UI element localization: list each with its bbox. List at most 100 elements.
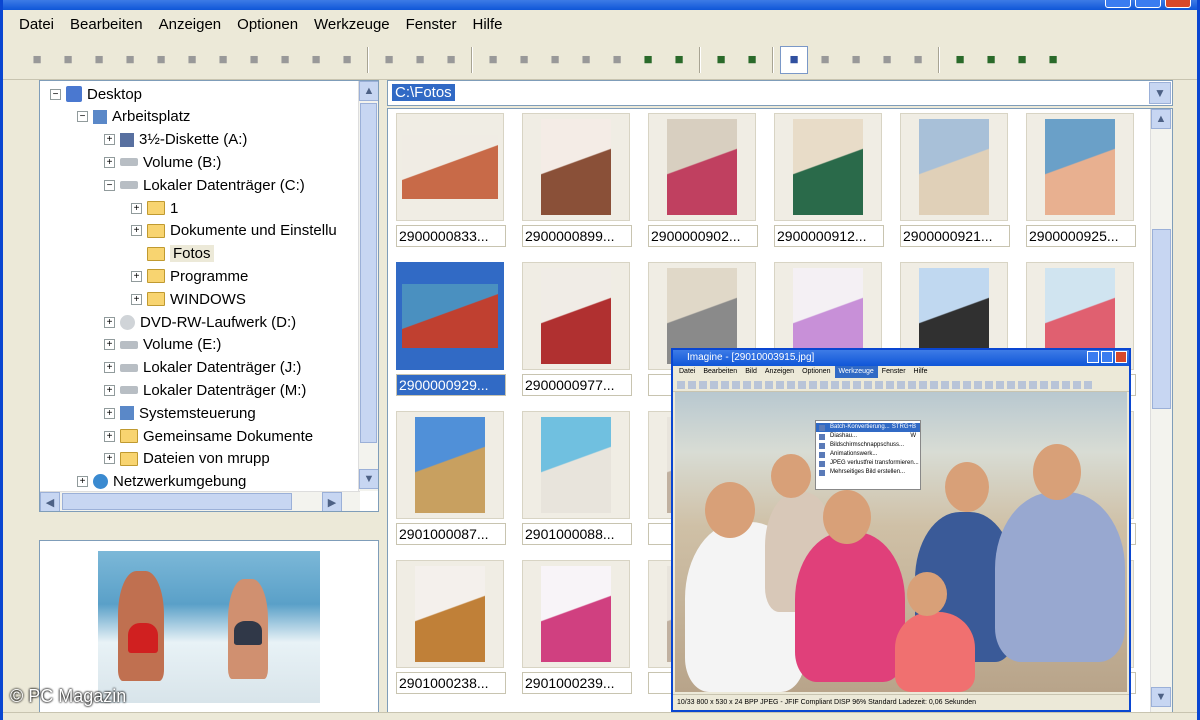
viewer-toolbar-button[interactable]	[699, 380, 707, 389]
folder-up-icon[interactable]: ■	[707, 46, 735, 74]
thumbnail-item[interactable]: 2901000238...	[396, 560, 508, 694]
viewer-menu-bearbeiten[interactable]: Bearbeiten	[699, 366, 741, 378]
eye-icon[interactable]: ■	[23, 46, 51, 74]
viewer-menu-werkzeuge[interactable]: Werkzeuge	[834, 366, 878, 378]
open-folder-icon[interactable]: ■	[85, 46, 113, 74]
scroll-right-button[interactable]: ▶	[322, 492, 342, 511]
thumbnail-item[interactable]: 2901000239...	[522, 560, 634, 694]
viewer-toolbar-button[interactable]	[677, 380, 685, 389]
new-folder-icon[interactable]: ■	[240, 46, 268, 74]
thumbnail-frame[interactable]	[774, 113, 882, 221]
scroll-thumb[interactable]	[360, 103, 377, 443]
convert-icon[interactable]: ■	[1008, 46, 1036, 74]
thumbnail-icon[interactable]: ■	[634, 46, 662, 74]
viewer-toolbar-button[interactable]	[765, 380, 773, 389]
menu-optionen[interactable]: Optionen	[229, 16, 306, 33]
thumbnail-frame[interactable]	[1026, 113, 1134, 221]
thumbnail-image[interactable]	[667, 119, 737, 215]
thumbnail-image[interactable]	[541, 268, 611, 364]
page-icon[interactable]: ■	[333, 46, 361, 74]
copy-pages-icon[interactable]: ■	[54, 46, 82, 74]
viewer-menu-anzeigen[interactable]: Anzeigen	[761, 366, 798, 378]
thumbnail-frame[interactable]	[648, 113, 756, 221]
viewer-toolbar-button[interactable]	[930, 380, 938, 389]
thumbnail-frame[interactable]	[522, 560, 630, 668]
thumbnail-item[interactable]: 2901000088...	[522, 411, 634, 545]
scroll-down-button[interactable]: ▼	[1151, 687, 1171, 707]
grid-vertical-scrollbar[interactable]: ▲ ▼	[1150, 109, 1172, 719]
tree-node[interactable]: +1	[131, 197, 178, 219]
viewer-toolbar-button[interactable]	[875, 380, 883, 389]
cylinder-icon[interactable]: ■	[302, 46, 330, 74]
thumbnail-image[interactable]	[1045, 119, 1115, 215]
scroll-left-button[interactable]: ◀	[40, 492, 60, 511]
expand-toggle[interactable]: +	[104, 407, 115, 419]
expand-toggle[interactable]: +	[104, 156, 115, 168]
scroll-up-button[interactable]: ▲	[1151, 109, 1171, 129]
tree-node[interactable]: + Netzwerkumgebung	[77, 471, 246, 493]
thumbnail-item[interactable]: 2900000912...	[774, 113, 886, 247]
thumbnail-image[interactable]	[541, 417, 611, 513]
viewer-toolbar-button[interactable]	[974, 380, 982, 389]
tree-node[interactable]: + Dateien von mrupp	[104, 448, 270, 470]
small-icons-view-icon[interactable]: ■	[811, 46, 839, 74]
viewer-toolbar-button[interactable]	[787, 380, 795, 389]
viewer-toolbar-button[interactable]	[1040, 380, 1048, 389]
details-view-icon[interactable]: ■	[873, 46, 901, 74]
expand-toggle[interactable]: −	[77, 111, 88, 123]
thumbnail-frame[interactable]	[396, 262, 504, 370]
thumbnail-frame[interactable]	[396, 113, 504, 221]
menu-hilfe[interactable]: Hilfe	[465, 16, 511, 33]
thumbnail-image[interactable]	[402, 284, 498, 348]
path-combobox[interactable]: C:\Fotos ▼	[387, 80, 1173, 106]
tree-node[interactable]: Fotos	[131, 243, 214, 265]
viewer-toolbar-button[interactable]	[919, 380, 927, 389]
expand-toggle[interactable]: +	[104, 453, 115, 465]
view-window-icon[interactable]: ■	[479, 46, 507, 74]
viewer-toolbar-button[interactable]	[1018, 380, 1026, 389]
paste-icon[interactable]: ■	[437, 46, 465, 74]
menu-anzeigen[interactable]: Anzeigen	[151, 16, 230, 33]
path-value[interactable]: C:\Fotos	[392, 84, 455, 101]
viewer-toolbar-button[interactable]	[743, 380, 751, 389]
save-icon[interactable]: ■	[1039, 46, 1067, 74]
viewer-toolbar-button[interactable]	[941, 380, 949, 389]
tree-node[interactable]: + Volume (E:)	[104, 334, 221, 356]
maximize-button[interactable]	[1135, 0, 1161, 8]
menu-bearbeiten[interactable]: Bearbeiten	[62, 16, 151, 33]
dropdown-item[interactable]: Mehrseitiges Bild erstellen...	[816, 468, 920, 477]
viewer-toolbar-button[interactable]	[754, 380, 762, 389]
dropdown-item[interactable]: Diashau... W	[816, 432, 920, 441]
viewer-toolbar-button[interactable]	[1073, 380, 1081, 389]
scroll-up-button[interactable]: ▲	[359, 81, 378, 101]
tree-node[interactable]: + Gemeinsame Dokumente	[104, 425, 313, 447]
viewer-menu-fenster[interactable]: Fenster	[878, 366, 910, 378]
thumbnail-frame[interactable]	[900, 113, 1008, 221]
viewer-menu-bild[interactable]: Bild	[741, 366, 761, 378]
tree-horizontal-scrollbar[interactable]: ◀ ▶	[40, 491, 360, 511]
tree-node[interactable]: + Lokaler Datenträger (M:)	[104, 379, 306, 401]
menu-fenster[interactable]: Fenster	[398, 16, 465, 33]
viewer-toolbar-button[interactable]	[864, 380, 872, 389]
chevron-down-icon[interactable]: ▼	[1149, 82, 1171, 104]
cut-icon[interactable]: ■	[375, 46, 403, 74]
thumbnail-image[interactable]	[402, 135, 498, 199]
folder-tree[interactable]: − Desktop − Arbeitsplatz +3½-Diskette (A:) + V…	[39, 80, 379, 512]
refresh-icon[interactable]: ■	[738, 46, 766, 74]
thumbnail-image[interactable]	[415, 417, 485, 513]
viewer-toolbar-button[interactable]	[809, 380, 817, 389]
wrench-icon[interactable]: ■	[946, 46, 974, 74]
dropdown-item[interactable]: JPEG verlustfrei transformieren...	[816, 459, 920, 468]
tree-vertical-scrollbar[interactable]: ▲ ▼	[358, 81, 378, 491]
expand-toggle[interactable]: +	[77, 476, 88, 488]
expand-toggle[interactable]: +	[131, 202, 142, 214]
thumbnail-item[interactable]: 2900000977...	[522, 262, 634, 396]
expand-toggle[interactable]: +	[104, 430, 115, 442]
thumbnail-frame[interactable]	[522, 262, 630, 370]
expand-toggle[interactable]: −	[104, 179, 115, 191]
viewer-toolbar-button[interactable]	[985, 380, 993, 389]
thumbnail-image[interactable]	[415, 566, 485, 662]
scroll-down-button[interactable]: ▼	[359, 469, 378, 489]
expand-toggle[interactable]: +	[131, 293, 142, 305]
viewer-toolbar-button[interactable]	[842, 380, 850, 389]
